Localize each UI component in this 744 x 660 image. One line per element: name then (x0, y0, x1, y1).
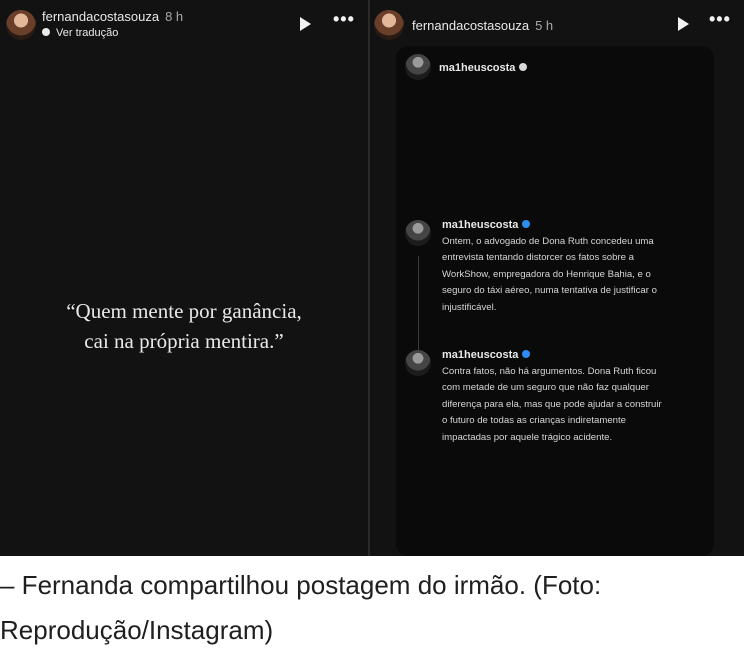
caption-line-2: Reprodução/Instagram) (0, 615, 274, 645)
comment-line: impactadas por aquele trágico acidente. (442, 431, 613, 443)
comment-username-text[interactable]: ma1heuscosta (442, 349, 518, 361)
quote-line-2: cai na própria mentira.” (84, 329, 284, 353)
quote-line-1: “Quem mente por ganância, (66, 299, 302, 323)
comment-avatar[interactable] (405, 350, 431, 376)
comment-text: Contra fatos, não há argumentos. Dona Ru… (442, 364, 704, 446)
story-quote: “Quem mente por ganância, cai na própria… (0, 296, 368, 356)
story-header-right: fernandacostasouza 5 h ••• (370, 8, 744, 48)
shared-post-card[interactable]: ma1heuscosta ma1heuscosta Ontem, o advog… (396, 46, 714, 556)
play-icon[interactable] (300, 17, 311, 31)
comment-line: entrevista tentando distorcer os fatos s… (442, 252, 634, 264)
more-icon[interactable]: ••• (333, 10, 355, 28)
comment-username[interactable]: ma1heuscosta (442, 219, 531, 231)
comment-line: Ontem, o advogado de Dona Ruth concedeu … (442, 236, 654, 247)
post-username[interactable]: ma1heuscosta (439, 62, 528, 74)
play-icon[interactable] (678, 17, 689, 31)
stories-screenshot: fernandacostasouza 8 h Ver tradução ••• “… (0, 0, 744, 556)
comment-username-text[interactable]: ma1heuscosta (442, 219, 518, 231)
verified-icon (519, 63, 528, 71)
comment-line: o futuro de todas as crianças indiretame… (442, 415, 626, 427)
story-username-text[interactable]: fernandacostasouza (42, 9, 159, 24)
comment-line: Contra fatos, não há argumentos. Dona Ru… (442, 366, 657, 377)
comment-text: Ontem, o advogado de Dona Ruth concedeu … (442, 234, 704, 316)
story-time: 8 h (165, 9, 184, 24)
post-username-text[interactable]: ma1heuscosta (439, 62, 515, 74)
thread-line (418, 256, 419, 356)
comment-line: WorkShow, empregadora do Henrique Bahia,… (442, 268, 651, 280)
story-panel-left: fernandacostasouza 8 h Ver tradução ••• “… (0, 0, 368, 556)
translate-link[interactable]: Ver tradução (42, 27, 118, 39)
comment-avatar[interactable] (405, 220, 431, 246)
avatar[interactable] (374, 10, 404, 40)
comment-username[interactable]: ma1heuscosta (442, 349, 531, 361)
story-header-left: fernandacostasouza 8 h Ver tradução ••• (0, 8, 368, 48)
comment-line: com metade de um seguro que não faz qual… (442, 382, 649, 394)
photo-caption: – Fernanda compartilhou postagem do irmã… (0, 563, 744, 653)
comment-line: diferença para ela, mas que pode ajudar … (442, 398, 662, 410)
more-icon[interactable]: ••• (709, 10, 731, 28)
story-time: 5 h (535, 18, 554, 33)
globe-icon (42, 28, 50, 36)
translate-label[interactable]: Ver tradução (56, 27, 118, 39)
caption-line-1: – Fernanda compartilhou postagem do irmã… (0, 570, 602, 600)
story-username[interactable]: fernandacostasouza 5 h (412, 18, 553, 33)
story-username-text[interactable]: fernandacostasouza (412, 18, 529, 33)
verified-icon (522, 350, 531, 358)
comment-line: seguro do táxi aéreo, numa tentativa de … (442, 285, 657, 297)
avatar[interactable] (6, 10, 36, 40)
verified-icon (522, 220, 531, 228)
comment-line: injustificável. (442, 301, 497, 313)
story-username[interactable]: fernandacostasouza 8 h (42, 9, 183, 24)
post-avatar[interactable] (405, 54, 431, 80)
